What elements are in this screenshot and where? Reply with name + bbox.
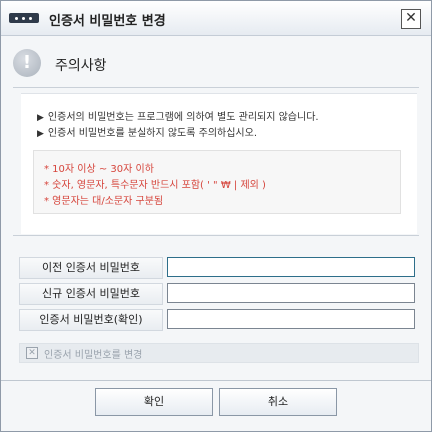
notice-bullet-text: 인증서의 비밀번호는 프로그램에 의하여 별도 관리되지 않습니다. [47,112,319,123]
divider [13,87,419,88]
new-password-label: 신규 인증서 비밀번호 [19,283,163,305]
footer-divider [1,380,431,381]
password-rules-box: * 10자 이상 ~ 30자 이하 * 숫자, 영문자, 특수문자 반드시 포함… [33,150,401,214]
old-password-row: 이전 인증서 비밀번호 [19,257,417,279]
window-title: 인증서 비밀번호 변경 [49,14,166,29]
change-password-option: ✕ 인증서 비밀번호를 변경 [19,343,419,363]
bullet-arrow-icon: ▶ [37,113,44,123]
title-bar: 인증서 비밀번호 변경 ✕ [1,1,431,36]
password-rule: * 영문자는 대/소문자 구분됨 [44,196,164,207]
ok-button[interactable]: 확인 [95,388,213,416]
confirm-password-label: 인증서 비밀번호(확인) [19,309,163,331]
change-password-checkbox[interactable]: ✕ [26,347,38,359]
notice-bullet: ▶ 인증서 비밀번호를 분실하지 않도록 주의하십시오. [37,124,257,139]
notice-bullet: ▶ 인증서의 비밀번호는 프로그램에 의하여 별도 관리되지 않습니다. [37,108,319,123]
notice-title: 주의사항 [55,58,107,74]
notice-box: ▶ 인증서의 비밀번호는 프로그램에 의하여 별도 관리되지 않습니다. ▶ 인증서… [21,93,417,234]
change-password-dialog: 인증서 비밀번호 변경 ✕ ! 주의사항 ▶ 인증서의 비밀번호는 프로그램에 의… [0,0,432,432]
new-password-input[interactable] [167,283,415,303]
password-rule: * 숫자, 영문자, 특수문자 반드시 포함( ' " ₩ | 제외 ) [44,180,266,191]
cancel-button[interactable]: 취소 [219,388,337,416]
divider [13,235,419,236]
bullet-arrow-icon: ▶ [37,129,44,139]
confirm-password-row: 인증서 비밀번호(확인) [19,309,417,331]
app-icon [9,13,39,23]
close-icon[interactable]: ✕ [401,9,421,29]
warning-icon: ! [13,49,41,77]
old-password-input[interactable] [167,257,415,277]
password-rule: * 10자 이상 ~ 30자 이하 [44,164,154,175]
notice-bullet-text: 인증서 비밀번호를 분실하지 않도록 주의하십시오. [47,128,258,139]
new-password-row: 신규 인증서 비밀번호 [19,283,417,305]
change-password-checkbox-label: 인증서 비밀번호를 변경 [44,350,143,361]
confirm-password-input[interactable] [167,309,415,329]
old-password-label: 이전 인증서 비밀번호 [19,257,163,279]
